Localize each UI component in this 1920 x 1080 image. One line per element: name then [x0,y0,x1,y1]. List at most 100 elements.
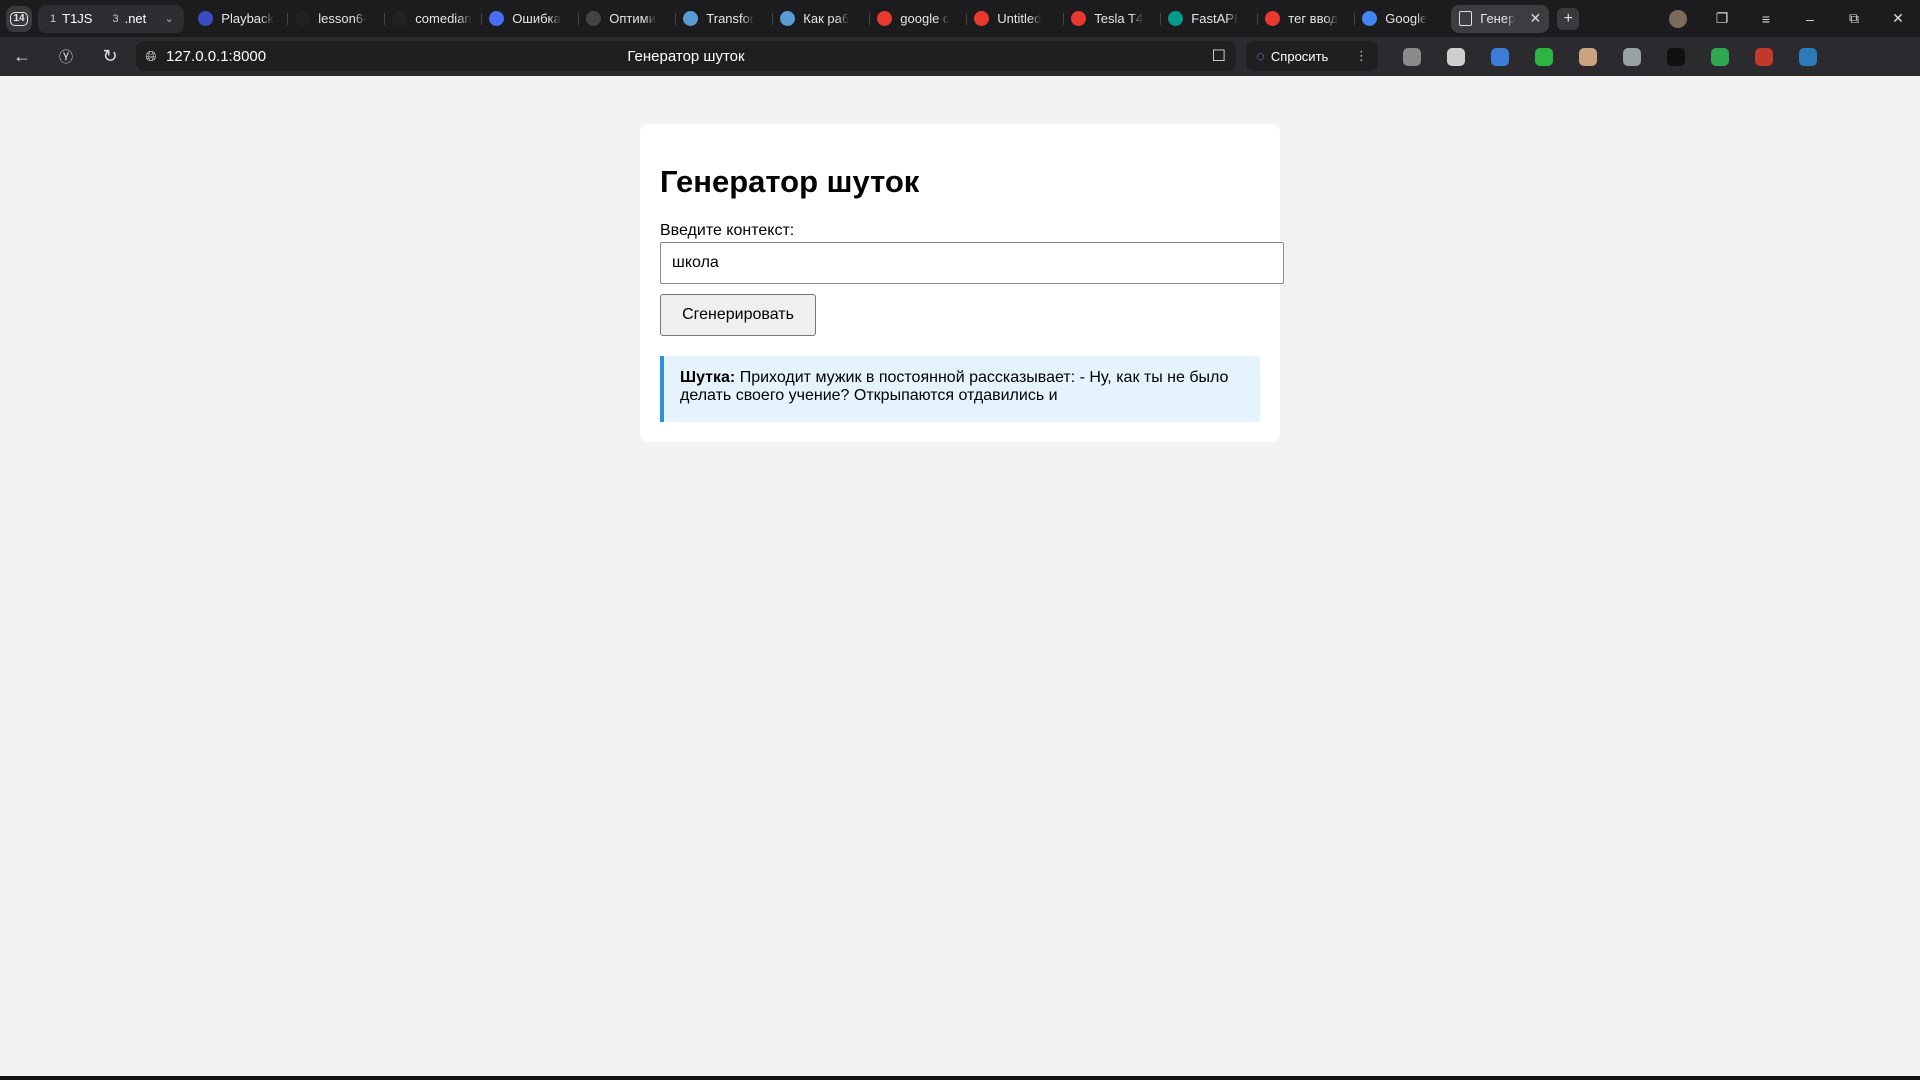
extension-icon[interactable] [1654,47,1698,66]
tab-group-num: 1 [50,12,57,25]
tab[interactable]: Transfor [675,5,772,33]
tab[interactable]: Tesla T4 [1063,5,1160,33]
tab-group: 1 T1JS 3 .net ⌄ [38,4,185,33]
close-icon[interactable]: ✕ [1530,10,1542,27]
extension-glyph [1447,47,1465,66]
tab-title: Оптими [609,11,656,26]
fastapi-icon [1168,11,1184,26]
yandex-icon [1265,11,1281,26]
extensions-bar [1390,37,1830,76]
extension-glyph [1623,47,1641,66]
tab[interactable]: Playback [190,5,287,33]
tab[interactable]: тег ввод [1257,5,1354,33]
tab-title: Как раб [803,11,850,26]
joke-result-text: Приходит мужик в постоянной рассказывает… [680,369,1229,404]
yandex-home-icon[interactable]: Ⓨ [44,47,88,67]
tab-group-item[interactable]: 1 T1JS [42,5,100,33]
extension-icon[interactable] [1522,47,1566,66]
tab[interactable]: FastAPI [1160,5,1257,33]
github-icon [295,11,311,26]
tab-title: google с [900,11,950,26]
tab[interactable]: Google [1354,5,1451,33]
tab-group-num: 3 [112,12,119,25]
tab-title: тег ввод [1288,11,1338,26]
tab[interactable]: Как раб [772,5,869,33]
tab-title: FastAPI [1191,11,1238,26]
restore-icon[interactable]: ⧉ [1832,10,1876,27]
extension-glyph [1711,47,1729,66]
ask-label: Спросить [1270,48,1329,64]
tab-title: Transfor [706,11,755,26]
tab-title: Ошибка [512,11,561,26]
translate-icon [1362,11,1378,26]
bookmark-icon[interactable]: ☐ [1212,46,1226,66]
url-text[interactable]: 127.0.0.1:8000 [166,48,266,65]
extension-glyph [1799,47,1817,66]
extension-icon[interactable] [1390,47,1434,66]
extension-glyph [1403,47,1421,66]
tab[interactable]: Untitled [966,5,1063,33]
yandex-icon [1071,11,1087,26]
tab-group-label: .net [124,11,147,26]
page-title-in-omnibox: Генератор шуток [627,47,745,65]
page-title: Генератор шуток [660,164,920,199]
tab[interactable]: Оптими [578,5,675,33]
tab[interactable]: comedian [384,5,481,33]
tab-title: Playback [221,11,275,26]
joke-result-label: Шутка: [680,369,736,386]
reload-icon[interactable]: ↻ [88,46,132,67]
joke-generator-card: Генератор шуток Введите контекст: Сгенер… [640,124,1284,442]
tab-title: Tesla T4 [1094,11,1144,26]
ask-button[interactable]: ◌ Спросить ⋮ [1246,41,1378,71]
tab[interactable]: google с [869,5,966,33]
context-label: Введите контекст: [660,222,795,239]
new-tab-button[interactable]: + [1557,7,1580,30]
extension-icon[interactable] [1566,47,1610,66]
tab-title: Генер [1480,11,1516,26]
extension-glyph [1579,47,1597,66]
tab-strip: Playback lesson6- comedian Ошибка Оптими Tran… [190,5,1451,33]
github-icon [392,11,408,26]
tab-count-label: 14 [10,11,28,26]
chevron-down-icon[interactable]: ⌄ [158,12,180,25]
bird-icon [489,11,505,26]
colab-icon [974,11,990,26]
close-window-icon[interactable]: ✕ [1876,10,1920,27]
joke-result: Шутка: Приходит мужик в постоянной расск… [660,356,1260,422]
extension-glyph [1535,47,1553,66]
b-icon [198,11,214,26]
tab-count-button[interactable]: 14 [6,5,32,32]
alice-icon: ◌ [1256,47,1265,65]
tab-active[interactable]: Генер ✕ [1451,4,1550,33]
extension-glyph [1755,47,1773,66]
puzzle-icon [780,11,796,26]
extension-icon[interactable] [1434,47,1478,66]
extension-icon[interactable] [1742,47,1786,66]
omnibox[interactable]: 🌐︎ 127.0.0.1:8000 Генератор шуток ☐ [136,41,1236,71]
extension-glyph [1491,47,1509,66]
openai-icon [586,11,602,26]
extension-icon[interactable] [1786,47,1830,66]
tab[interactable]: lesson6- [287,5,384,33]
yandex-icon [877,11,893,26]
extension-glyph [1667,47,1685,66]
minimize-icon[interactable]: – [1788,11,1832,27]
tab[interactable]: Ошибка [481,5,578,33]
extension-icon[interactable] [1610,47,1654,66]
context-input[interactable] [660,242,1284,284]
tab-bar: 14 1 T1JS 3 .net ⌄ Playback lesson6- comed… [0,0,1920,37]
extension-icon[interactable] [1478,47,1522,66]
tab-title: lesson6- [318,11,368,26]
back-icon[interactable]: ← [0,46,44,67]
collections-icon[interactable]: ❐ [1700,10,1744,27]
tab-group-label: T1JS [62,11,93,26]
taskbar-edge [0,1076,1920,1080]
more-icon[interactable]: ⋮ [1355,48,1368,64]
generate-button[interactable]: Сгенерировать [660,294,816,336]
avatar[interactable] [1669,9,1687,28]
menu-icon[interactable]: ≡ [1744,11,1788,27]
page-icon [1459,11,1473,26]
tab-group-item[interactable]: 3 .net [104,5,154,33]
address-bar: ← Ⓨ ↻ 🌐︎ 127.0.0.1:8000 Генератор шуток … [0,37,1920,76]
extension-icon[interactable] [1698,47,1742,66]
